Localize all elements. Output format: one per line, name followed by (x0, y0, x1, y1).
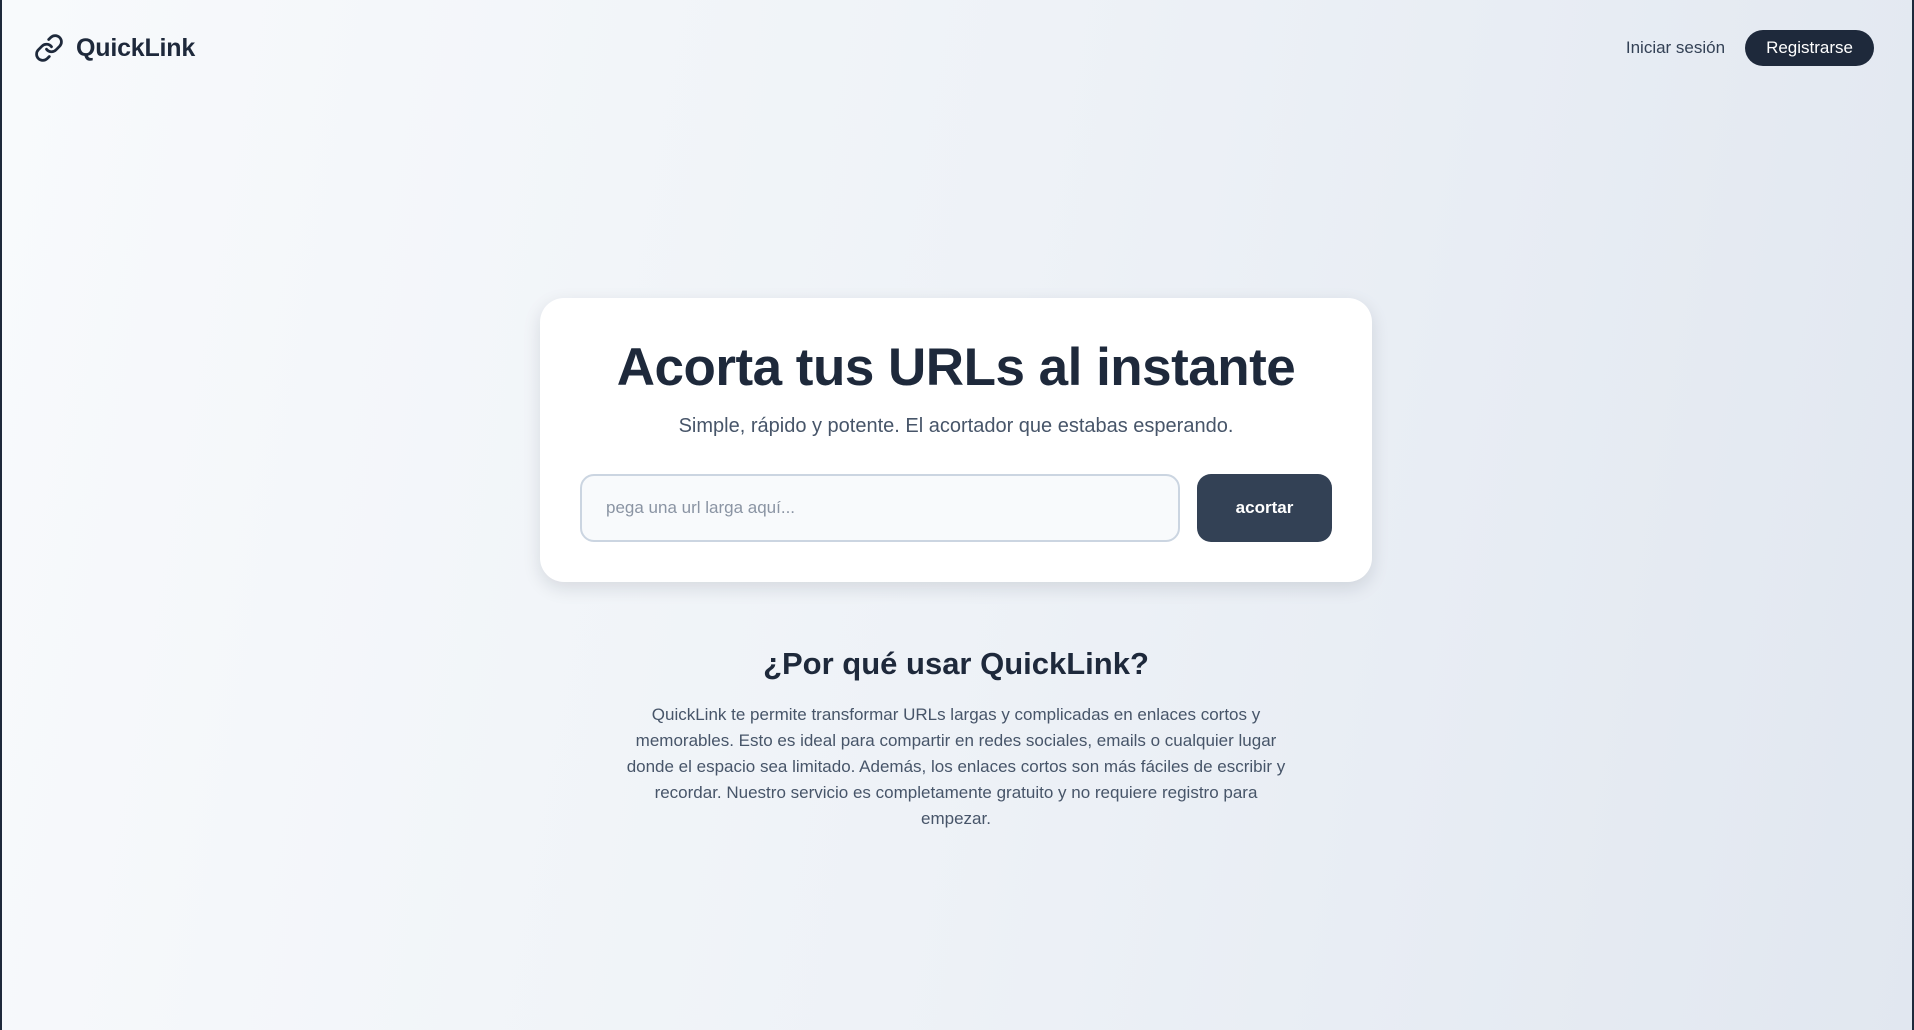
brand-logo[interactable]: QuickLink (34, 33, 195, 63)
why-title: ¿Por qué usar QuickLink? (763, 646, 1149, 681)
why-section: ¿Por qué usar QuickLink? QuickLink te pe… (619, 644, 1293, 832)
register-button[interactable]: Registrarse (1745, 30, 1874, 66)
shorten-form: acortar (580, 474, 1332, 542)
why-description: QuickLink te permite transformar URLs la… (626, 705, 1286, 828)
hero-title: Acorta tus URLs al instante (616, 338, 1296, 397)
top-header: QuickLink Iniciar sesión Registrarse (2, 0, 1912, 96)
hero-subtitle: Simple, rápido y potente. El acortador q… (678, 415, 1234, 437)
shortener-card: Acorta tus URLs al instante Simple, rápi… (540, 298, 1372, 582)
login-link[interactable]: Iniciar sesión (1626, 38, 1725, 58)
top-nav: Iniciar sesión Registrarse (1626, 30, 1874, 66)
url-input[interactable] (580, 474, 1180, 542)
shorten-button[interactable]: acortar (1197, 474, 1332, 542)
link-icon (34, 33, 64, 63)
brand-name: QuickLink (76, 33, 196, 62)
